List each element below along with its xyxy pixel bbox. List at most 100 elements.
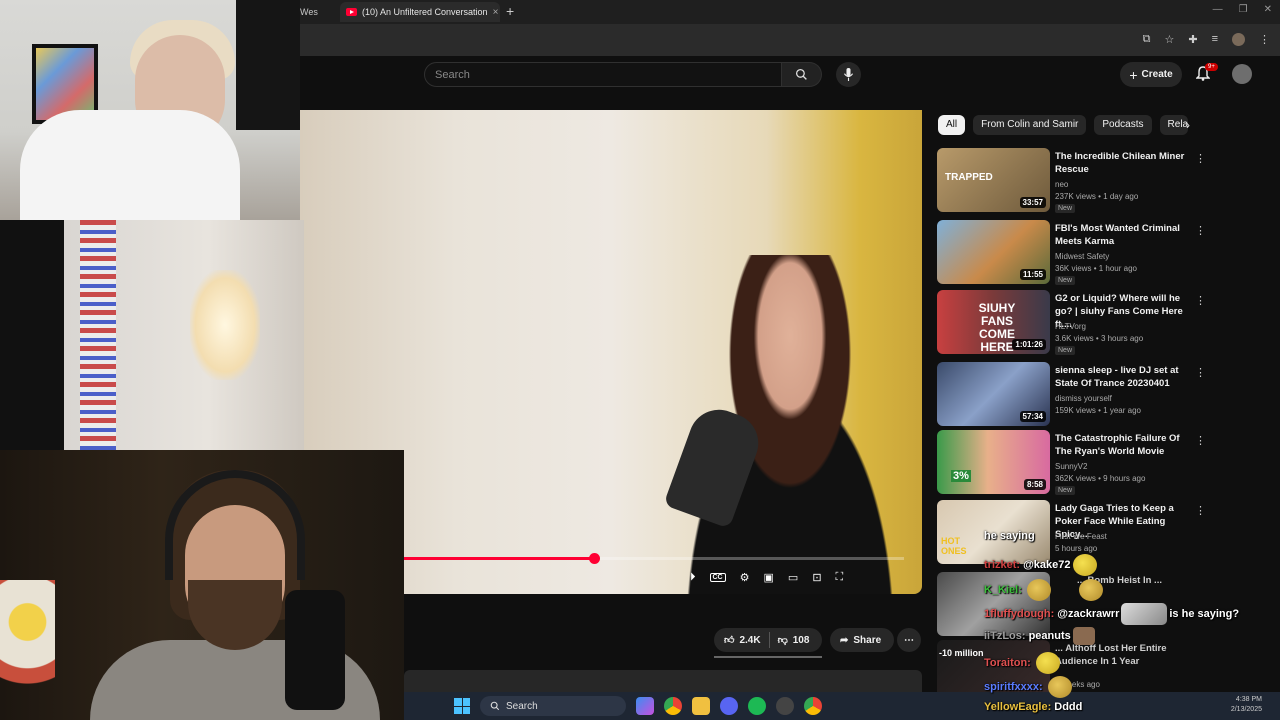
tab-title: (10) An Unfiltered Conversation [362, 7, 488, 17]
chip-all[interactable]: All [938, 115, 966, 135]
recommendation-item[interactable]: SIUHY FANS COME HERE 1:01:26 G2 or Liqui… [937, 290, 1207, 358]
chat-text: @kake72 [1023, 558, 1071, 571]
taskbar-search-box[interactable]: Search [480, 696, 626, 716]
more-options-icon[interactable]: ⋮ [1195, 504, 1206, 517]
video-scrubber-handle[interactable] [589, 553, 600, 564]
recommendation-item[interactable]: 11:55 FBI's Most Wanted Criminal Meets K… [937, 220, 1207, 288]
more-options-icon[interactable]: ⋮ [1195, 152, 1206, 165]
like-count[interactable]: 2.4K [739, 635, 760, 646]
miniplayer-icon[interactable]: ▣ [764, 571, 774, 584]
discord-app-icon[interactable] [720, 697, 738, 715]
channel-name[interactable]: HLTVorg [1055, 322, 1086, 331]
more-actions-button[interactable]: ⋯ [897, 628, 921, 652]
channel-name[interactable]: neo [1055, 180, 1068, 189]
video-title[interactable]: The Incredible Chilean Miner Rescue [1055, 150, 1195, 176]
tab-close-icon[interactable]: × [493, 7, 499, 18]
view-count: 159K views [1055, 406, 1096, 415]
channel-name[interactable]: SunnyV2 [1055, 462, 1087, 471]
bookmark-star-icon[interactable]: ☆ [1164, 33, 1174, 46]
windows-taskbar: Search 4:38 PM 2/13/2025 [404, 692, 1280, 720]
video-thumbnail[interactable]: TRAPPED 33:57 [937, 148, 1050, 212]
account-avatar[interactable] [1232, 64, 1252, 84]
cast-icon[interactable]: ⧉ [1143, 33, 1151, 46]
more-options-icon[interactable]: ⋮ [1195, 434, 1206, 447]
profile-avatar[interactable] [1232, 33, 1245, 46]
chip-related[interactable]: Rela [1159, 115, 1188, 135]
windows-start-icon[interactable] [454, 698, 470, 714]
media-controls-icon[interactable]: ≡ [1212, 33, 1218, 46]
copilot-app-icon[interactable] [636, 697, 654, 715]
tab-previous[interactable]: Wes [300, 2, 340, 22]
channel-name[interactable]: dismiss yourself [1055, 394, 1112, 403]
window-close-icon[interactable]: ✕ [1264, 4, 1272, 15]
chrome-app-icon[interactable] [664, 697, 682, 715]
tab-youtube[interactable]: (10) An Unfiltered Conversation × [340, 2, 500, 22]
video-thumbnail[interactable]: 11:55 [937, 220, 1050, 284]
window-controls: — ❐ ✕ [1213, 4, 1272, 15]
create-button[interactable]: + Create [1120, 62, 1182, 87]
upload-age: 1 year ago [1103, 406, 1141, 415]
recommendation-item[interactable]: 3% 8:58 The Catastrophic Failure Of The … [937, 430, 1207, 498]
chrome-app-icon[interactable] [804, 697, 822, 715]
search-input[interactable]: Search [424, 62, 782, 87]
video-title[interactable]: The Catastrophic Failure Of The Ryan's W… [1055, 432, 1195, 458]
voice-search-button[interactable] [836, 62, 861, 87]
video-title[interactable]: ... Althoff Lost Her Entire Audience In … [1055, 642, 1195, 668]
captions-button[interactable]: CC [709, 572, 726, 582]
duration-badge: 57:34 [1019, 411, 1046, 422]
chat-emote-icon [1026, 579, 1051, 601]
headphones [165, 470, 305, 580]
autoplay-toggle-icon[interactable]: ⏵ [690, 571, 696, 584]
window-minimize-icon[interactable]: — [1213, 4, 1223, 15]
window-restore-icon[interactable]: ❐ [1239, 4, 1248, 15]
video-meta: 3.6K views • 3 hours ago [1055, 334, 1144, 343]
system-tray-clock[interactable]: 4:38 PM 2/13/2025 [1231, 695, 1262, 715]
channel-name[interactable]: First We Feast [1055, 532, 1107, 541]
lamp-glow [190, 270, 260, 380]
browser-menu-icon[interactable]: ⋮ [1259, 33, 1270, 46]
view-count: 36K views [1055, 264, 1092, 273]
recommendation-item[interactable]: 57:34 sienna sleep - live DJ set at Stat… [937, 362, 1207, 430]
search-button[interactable] [782, 62, 822, 87]
upload-age: 9 hours ago [1103, 474, 1146, 483]
thumbs-down-icon[interactable]: 👎︎ [778, 634, 788, 646]
chip-podcasts[interactable]: Podcasts [1094, 115, 1152, 135]
theater-mode-icon[interactable]: ▭ [788, 571, 798, 584]
thumbnail-text: HOT ONES [941, 536, 967, 556]
dislike-count[interactable]: 108 [793, 635, 810, 646]
spotify-app-icon[interactable] [748, 697, 766, 715]
video-thumbnail[interactable]: 3% 8:58 [937, 430, 1050, 494]
video-meta: 237K views • 1 day ago [1055, 192, 1139, 201]
video-thumbnail[interactable]: 57:34 [937, 362, 1050, 426]
cast-icon[interactable]: ⊡ [812, 571, 821, 584]
fullscreen-icon[interactable]: ⛶ [836, 571, 844, 584]
video-thumbnail[interactable]: SIUHY FANS COME HERE 1:01:26 [937, 290, 1050, 354]
chat-message: he saying [984, 530, 1035, 542]
share-label: Share [853, 634, 882, 646]
extensions-icon[interactable]: ✚ [1188, 33, 1197, 46]
settings-gear-icon[interactable]: ⚙ [740, 571, 750, 584]
more-options-icon[interactable]: ⋮ [1195, 224, 1206, 237]
chat-text: @zackrawrr [1057, 607, 1120, 620]
address-bar-row: ⧉ ☆ ✚ ≡ ⋮ [300, 24, 1280, 56]
channel-name[interactable]: Midwest Safety [1055, 252, 1109, 261]
app-icon[interactable] [776, 697, 794, 715]
chip-from-channel[interactable]: From Colin and Samir [973, 115, 1087, 135]
chat-username: 1fluffydough: [984, 607, 1055, 620]
video-progress-bar[interactable] [404, 553, 904, 564]
video-meta: 5 hours ago [1055, 544, 1097, 553]
chat-emote-icon [1035, 652, 1060, 674]
video-title[interactable]: sienna sleep - live DJ set at State Of T… [1055, 364, 1195, 390]
chips-next-chevron-icon[interactable]: › [1186, 118, 1190, 132]
new-tab-button[interactable]: + [506, 3, 514, 19]
share-button[interactable]: ➦ Share [830, 628, 894, 652]
streamer-webcam-bottom [0, 450, 404, 720]
more-options-icon[interactable]: ⋮ [1195, 366, 1206, 379]
thumbs-up-icon[interactable]: 👍︎ [724, 634, 734, 646]
more-options-icon[interactable]: ⋮ [1195, 294, 1206, 307]
recommendation-item[interactable]: TRAPPED 33:57 The Incredible Chilean Min… [937, 148, 1207, 216]
plus-icon: + [1129, 66, 1138, 83]
video-title[interactable]: FBI's Most Wanted Criminal Meets Karma [1055, 222, 1195, 248]
new-badge: New [1055, 204, 1076, 213]
file-explorer-icon[interactable] [692, 697, 710, 715]
